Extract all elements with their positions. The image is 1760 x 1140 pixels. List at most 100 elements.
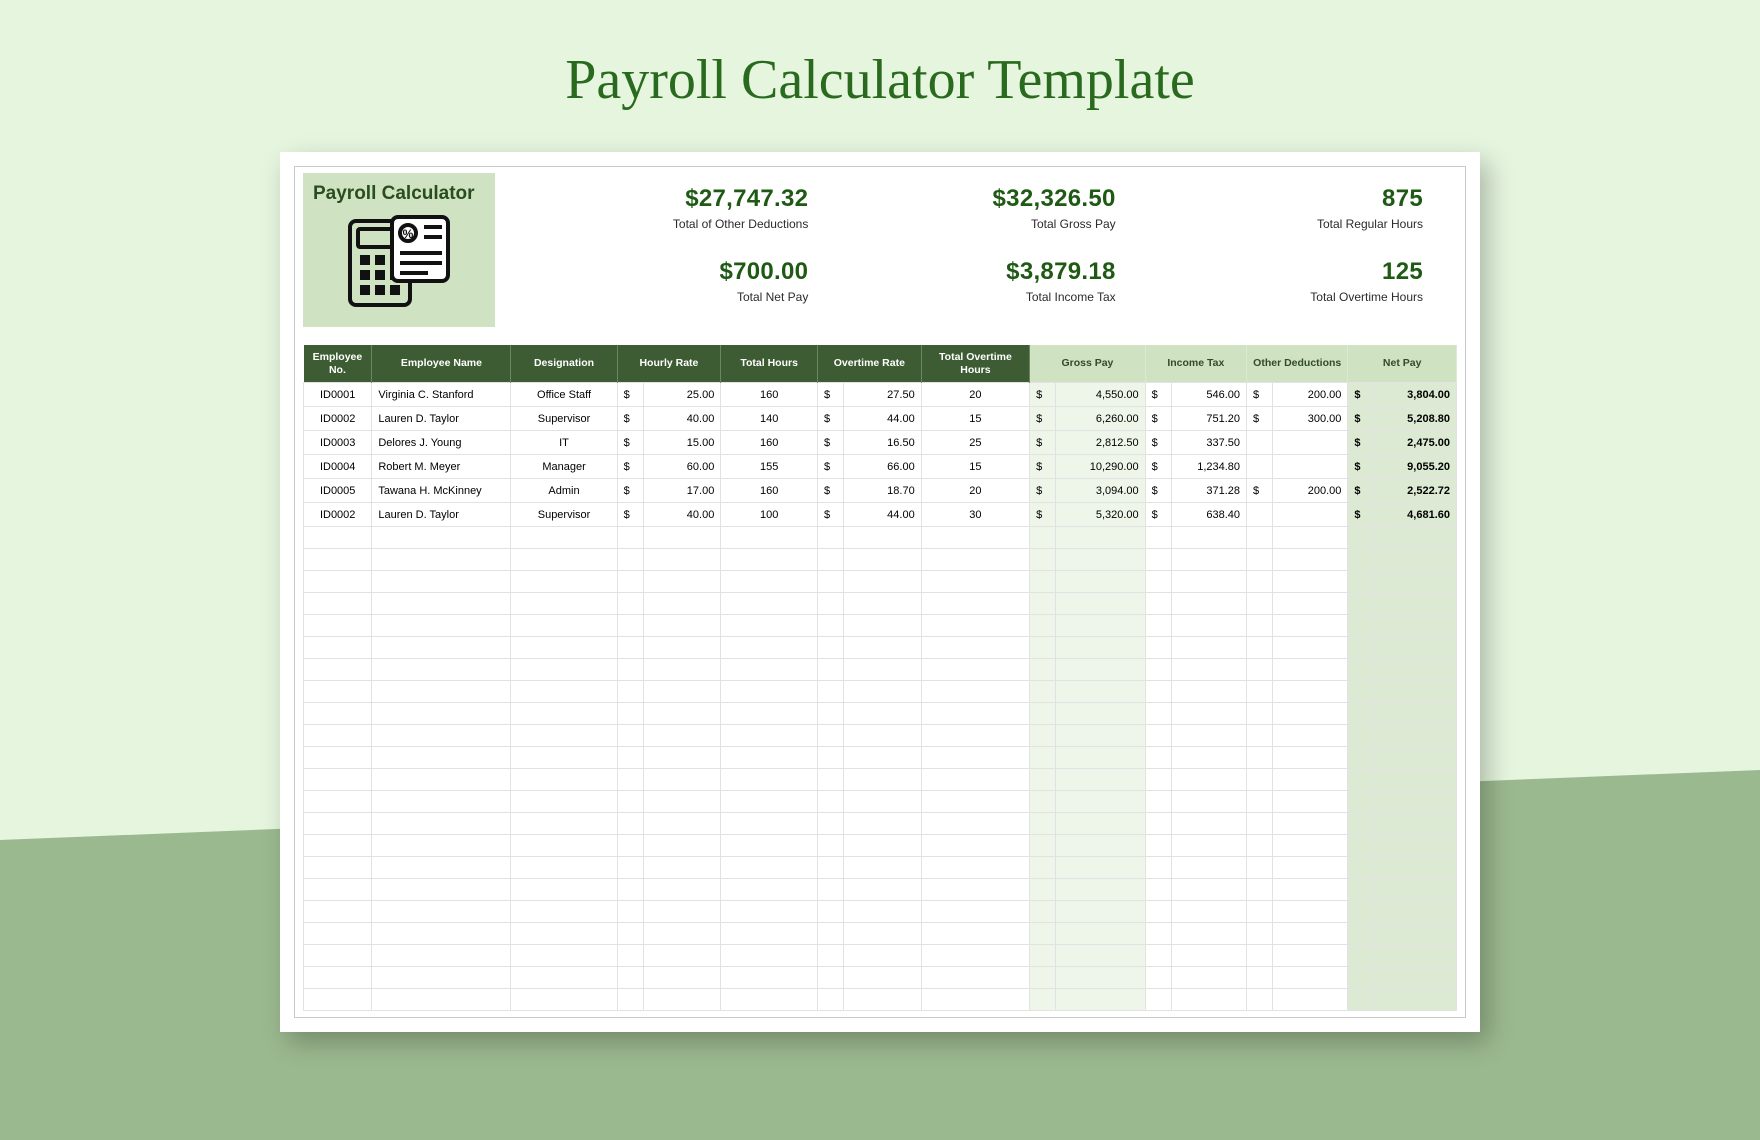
cell-designation[interactable]: Supervisor xyxy=(511,407,617,431)
cell-hourly-rate[interactable]: 17.00 xyxy=(643,479,721,503)
table-row-empty[interactable] xyxy=(304,637,1457,659)
table-row-empty[interactable] xyxy=(304,901,1457,923)
cell-emp-name[interactable]: Lauren D. Taylor xyxy=(372,503,511,527)
cell-emp-no[interactable]: ID0005 xyxy=(304,479,372,503)
cell-currency[interactable]: $ xyxy=(1030,431,1056,455)
cell-total-hours[interactable]: 160 xyxy=(721,431,818,455)
cell-designation[interactable]: IT xyxy=(511,431,617,455)
cell-gross-pay[interactable]: 6,260.00 xyxy=(1056,407,1146,431)
cell-currency[interactable]: $ xyxy=(1348,431,1374,455)
table-row-empty[interactable] xyxy=(304,813,1457,835)
cell-other-deductions[interactable]: 300.00 xyxy=(1272,407,1347,431)
cell-hourly-rate[interactable]: 40.00 xyxy=(643,407,721,431)
table-row-empty[interactable] xyxy=(304,681,1457,703)
cell-emp-no[interactable]: ID0004 xyxy=(304,455,372,479)
cell-total-ot-hours[interactable]: 20 xyxy=(921,479,1029,503)
cell-currency[interactable]: $ xyxy=(1247,479,1273,503)
cell-total-ot-hours[interactable]: 30 xyxy=(921,503,1029,527)
cell-net-pay[interactable]: 9,055.20 xyxy=(1374,455,1457,479)
cell-overtime-rate[interactable]: 27.50 xyxy=(843,383,921,407)
cell-currency[interactable]: $ xyxy=(1030,383,1056,407)
cell-currency[interactable] xyxy=(1247,455,1273,479)
cell-total-hours[interactable]: 160 xyxy=(721,383,818,407)
cell-overtime-rate[interactable]: 16.50 xyxy=(843,431,921,455)
cell-total-ot-hours[interactable]: 15 xyxy=(921,407,1029,431)
table-row[interactable]: ID0005Tawana H. McKinneyAdmin$17.00160$1… xyxy=(304,479,1457,503)
table-row-empty[interactable] xyxy=(304,571,1457,593)
table-row[interactable]: ID0003Delores J. YoungIT$15.00160$16.502… xyxy=(304,431,1457,455)
cell-overtime-rate[interactable]: 66.00 xyxy=(843,455,921,479)
cell-total-hours[interactable]: 100 xyxy=(721,503,818,527)
table-row-empty[interactable] xyxy=(304,791,1457,813)
cell-income-tax[interactable]: 751.20 xyxy=(1171,407,1246,431)
table-row-empty[interactable] xyxy=(304,593,1457,615)
table-row-empty[interactable] xyxy=(304,703,1457,725)
cell-emp-name[interactable]: Tawana H. McKinney xyxy=(372,479,511,503)
cell-net-pay[interactable]: 4,681.60 xyxy=(1374,503,1457,527)
cell-currency[interactable]: $ xyxy=(1348,503,1374,527)
cell-income-tax[interactable]: 371.28 xyxy=(1171,479,1246,503)
cell-currency[interactable]: $ xyxy=(617,407,643,431)
cell-currency[interactable]: $ xyxy=(1348,479,1374,503)
cell-emp-name[interactable]: Lauren D. Taylor xyxy=(372,407,511,431)
cell-emp-name[interactable]: Robert M. Meyer xyxy=(372,455,511,479)
cell-currency[interactable]: $ xyxy=(817,431,843,455)
cell-currency[interactable]: $ xyxy=(1030,407,1056,431)
cell-currency[interactable]: $ xyxy=(617,455,643,479)
cell-emp-no[interactable]: ID0001 xyxy=(304,383,372,407)
cell-overtime-rate[interactable]: 44.00 xyxy=(843,407,921,431)
cell-currency[interactable]: $ xyxy=(1145,383,1171,407)
cell-emp-no[interactable]: ID0002 xyxy=(304,503,372,527)
cell-currency[interactable]: $ xyxy=(1030,479,1056,503)
cell-currency[interactable] xyxy=(1247,503,1273,527)
cell-income-tax[interactable]: 546.00 xyxy=(1171,383,1246,407)
cell-currency[interactable]: $ xyxy=(817,503,843,527)
cell-other-deductions[interactable] xyxy=(1272,503,1347,527)
cell-currency[interactable] xyxy=(1247,431,1273,455)
cell-currency[interactable]: $ xyxy=(1145,503,1171,527)
cell-emp-no[interactable]: ID0002 xyxy=(304,407,372,431)
cell-currency[interactable]: $ xyxy=(1145,431,1171,455)
table-row-empty[interactable] xyxy=(304,835,1457,857)
cell-gross-pay[interactable]: 3,094.00 xyxy=(1056,479,1146,503)
cell-designation[interactable]: Supervisor xyxy=(511,503,617,527)
table-row[interactable]: ID0002Lauren D. TaylorSupervisor$40.0014… xyxy=(304,407,1457,431)
table-row-empty[interactable] xyxy=(304,527,1457,549)
cell-currency[interactable]: $ xyxy=(617,431,643,455)
cell-emp-name[interactable]: Delores J. Young xyxy=(372,431,511,455)
cell-overtime-rate[interactable]: 44.00 xyxy=(843,503,921,527)
cell-currency[interactable]: $ xyxy=(817,455,843,479)
cell-currency[interactable]: $ xyxy=(617,503,643,527)
table-row-empty[interactable] xyxy=(304,945,1457,967)
table-row-empty[interactable] xyxy=(304,725,1457,747)
table-row-empty[interactable] xyxy=(304,857,1457,879)
cell-currency[interactable]: $ xyxy=(817,479,843,503)
cell-total-ot-hours[interactable]: 25 xyxy=(921,431,1029,455)
cell-gross-pay[interactable]: 2,812.50 xyxy=(1056,431,1146,455)
cell-net-pay[interactable]: 2,475.00 xyxy=(1374,431,1457,455)
cell-income-tax[interactable]: 638.40 xyxy=(1171,503,1246,527)
cell-other-deductions[interactable]: 200.00 xyxy=(1272,383,1347,407)
table-row-empty[interactable] xyxy=(304,923,1457,945)
cell-other-deductions[interactable] xyxy=(1272,455,1347,479)
cell-emp-name[interactable]: Virginia C. Stanford xyxy=(372,383,511,407)
cell-emp-no[interactable]: ID0003 xyxy=(304,431,372,455)
table-row-empty[interactable] xyxy=(304,967,1457,989)
cell-gross-pay[interactable]: 4,550.00 xyxy=(1056,383,1146,407)
table-row-empty[interactable] xyxy=(304,615,1457,637)
table-row-empty[interactable] xyxy=(304,769,1457,791)
cell-currency[interactable]: $ xyxy=(1348,455,1374,479)
cell-total-hours[interactable]: 160 xyxy=(721,479,818,503)
cell-currency[interactable]: $ xyxy=(617,479,643,503)
cell-currency[interactable]: $ xyxy=(1030,455,1056,479)
table-row[interactable]: ID0002Lauren D. TaylorSupervisor$40.0010… xyxy=(304,503,1457,527)
table-row-empty[interactable] xyxy=(304,879,1457,901)
cell-currency[interactable]: $ xyxy=(1247,407,1273,431)
cell-hourly-rate[interactable]: 40.00 xyxy=(643,503,721,527)
table-row[interactable]: ID0004Robert M. MeyerManager$60.00155$66… xyxy=(304,455,1457,479)
table-row-empty[interactable] xyxy=(304,549,1457,571)
cell-currency[interactable]: $ xyxy=(1145,407,1171,431)
cell-gross-pay[interactable]: 5,320.00 xyxy=(1056,503,1146,527)
cell-total-ot-hours[interactable]: 15 xyxy=(921,455,1029,479)
cell-other-deductions[interactable] xyxy=(1272,431,1347,455)
